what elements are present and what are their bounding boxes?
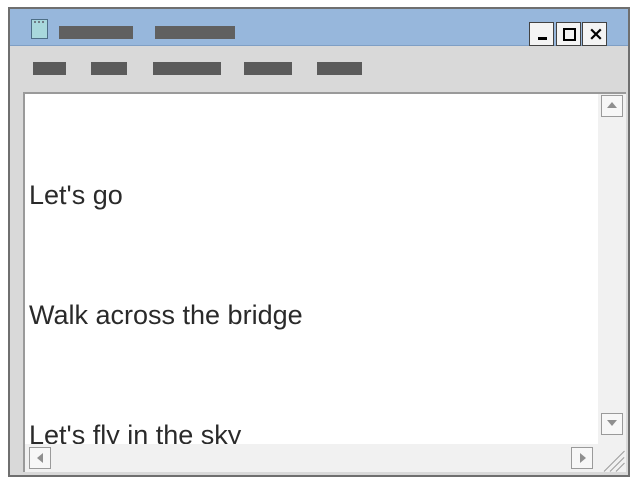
editor-text[interactable]: Let's go Walk across the bridge Let's fl… [29,95,588,444]
text-editor-icon [31,19,48,39]
text-line-3: Let's fly in the sky [29,420,242,444]
text-editor-window: × Let's go Walk across the bridge Let's … [8,7,630,477]
arrow-right-icon [580,453,586,463]
scroll-left-button[interactable] [29,447,51,469]
menu-item-5[interactable] [317,62,362,75]
text-line-2: Walk across the bridge [29,300,303,330]
menu-item-2[interactable] [91,62,127,75]
menu-bar [10,46,628,90]
scroll-down-button[interactable] [601,413,623,435]
menu-item-4[interactable] [244,62,292,75]
scroll-right-button[interactable] [571,447,593,469]
horizontal-scrollbar[interactable] [23,444,598,472]
minimize-button[interactable] [529,22,554,46]
arrow-down-icon [607,420,617,426]
arrow-up-icon [607,102,617,108]
arrow-left-icon [37,453,43,463]
window-subtitle-redacted [155,26,235,39]
scroll-up-button[interactable] [601,95,623,117]
maximize-button[interactable] [556,22,581,46]
title-bar[interactable]: × [10,9,628,46]
menu-item-1[interactable] [33,62,66,75]
close-icon: × [588,23,604,45]
resize-grip-icon[interactable] [598,444,626,472]
vertical-scrollbar[interactable] [598,92,626,444]
close-button[interactable]: × [582,22,607,46]
menu-item-3[interactable] [153,62,221,75]
text-line-1: Let's go [29,180,123,210]
window-title-redacted [59,26,133,39]
text-editor-area[interactable]: Let's go Walk across the bridge Let's fl… [23,92,598,444]
